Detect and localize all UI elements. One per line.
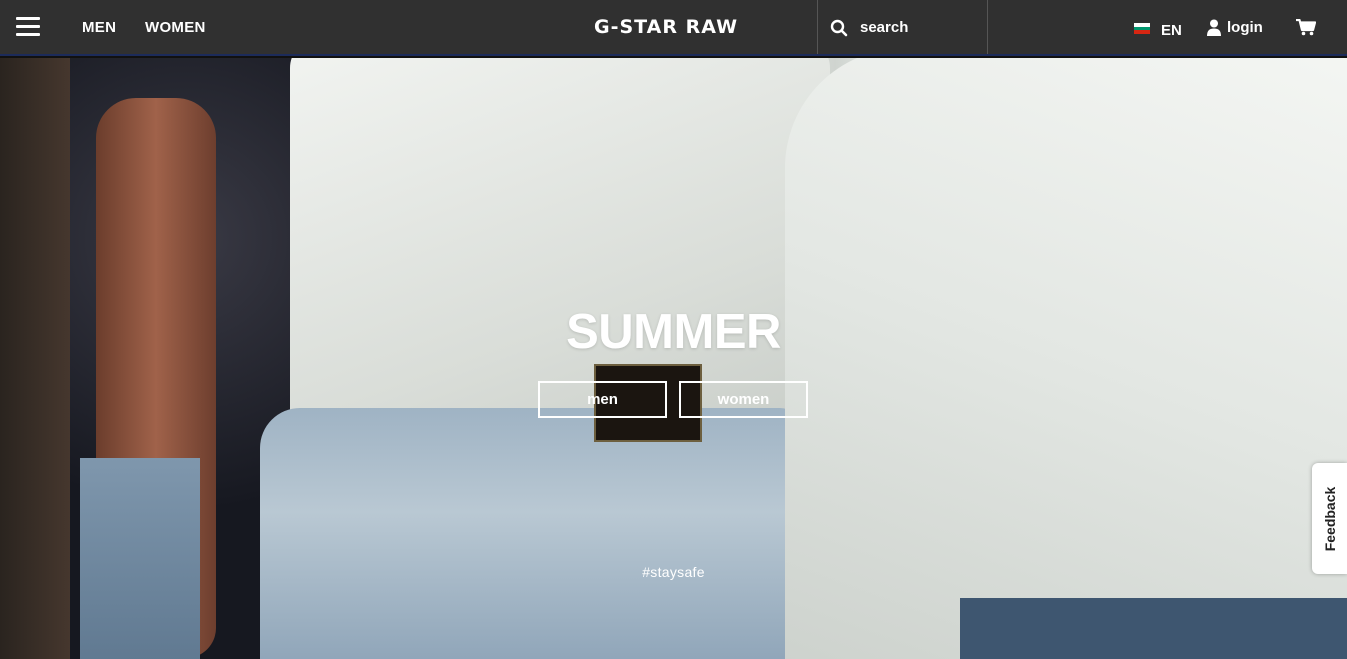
brand-logo[interactable]: G-STAR RAW (594, 16, 738, 38)
nav-men[interactable]: MEN (82, 19, 116, 36)
flag-icon (1134, 23, 1150, 34)
hero-title: SUMMER (566, 305, 781, 359)
feedback-tab[interactable]: Feedback (1312, 463, 1347, 574)
nav-women[interactable]: WOMEN (145, 19, 206, 36)
search-button[interactable]: search (817, 0, 988, 54)
login-label: login (1227, 19, 1263, 36)
hero-background-jeans (260, 408, 800, 659)
hero-women-button[interactable]: women (679, 381, 808, 418)
search-icon (830, 19, 848, 37)
search-label: search (860, 19, 909, 36)
language-label: EN (1161, 22, 1182, 39)
feedback-label: Feedback (1321, 486, 1338, 551)
hero-men-button[interactable]: men (538, 381, 667, 418)
hero-background-jeans-left (80, 458, 200, 659)
cart-button[interactable] (1296, 18, 1317, 41)
hero-banner: SUMMER men women #staysafe (0, 58, 1347, 659)
cart-icon (1296, 18, 1317, 36)
top-navigation-bar: MEN WOMEN G-STAR RAW search EN login (0, 0, 1347, 56)
hero-background-bottom-jeans-right (960, 598, 1347, 659)
hero-tagline[interactable]: #staysafe (0, 564, 1347, 580)
user-icon (1207, 19, 1221, 36)
hamburger-icon[interactable] (16, 17, 40, 37)
